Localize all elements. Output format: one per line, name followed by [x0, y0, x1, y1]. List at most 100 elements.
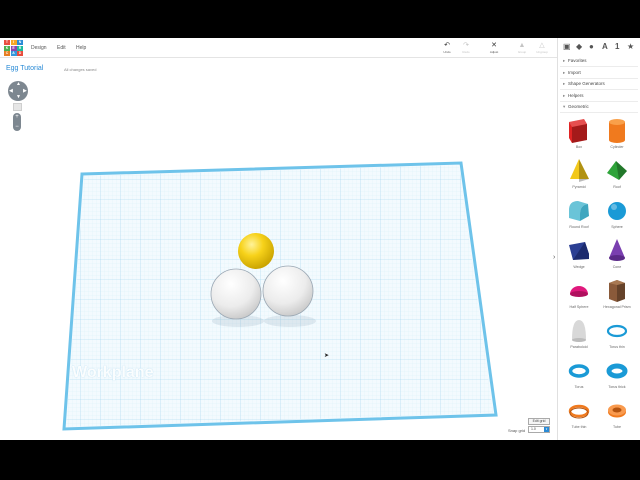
menu-help[interactable]: Help: [76, 45, 86, 51]
shape-half-sphere[interactable]: Half Sphere: [561, 276, 597, 309]
zoom-control[interactable]: + −: [13, 113, 21, 131]
ungroup-icon: △: [539, 42, 545, 49]
workplane-label: Workplane: [72, 364, 154, 381]
undo-button[interactable]: ↶ Undo: [437, 41, 457, 57]
menu-edit[interactable]: Edit: [57, 45, 66, 51]
zoom-out-icon[interactable]: −: [13, 124, 21, 130]
shape-round-roof[interactable]: Round Roof: [561, 196, 597, 229]
shape-sphere[interactable]: Sphere: [599, 196, 635, 229]
shape-hexagonal-prism[interactable]: Hexagonal Prism: [599, 276, 635, 309]
shape-box[interactable]: Box: [561, 116, 597, 149]
category-helpers[interactable]: ▸ Helpers: [563, 93, 584, 99]
number-icon[interactable]: 1: [615, 42, 619, 51]
box-view-icon[interactable]: ▣: [563, 42, 571, 51]
shape-roof[interactable]: Roof: [599, 156, 635, 189]
shape-torus[interactable]: Torus: [561, 356, 597, 389]
category-divider: [560, 112, 638, 113]
group-button[interactable]: ▲ Group: [512, 41, 532, 57]
box-icon: [569, 119, 587, 143]
project-title[interactable]: Egg Tutorial: [6, 65, 43, 72]
adjust-icon: ✕: [491, 42, 497, 49]
save-status: All changes saved: [64, 67, 97, 72]
logo-tile: E: [10, 45, 17, 51]
arrow-down-icon[interactable]: ▼: [16, 95, 21, 100]
redo-button[interactable]: ↷ Redo: [456, 41, 476, 57]
zoom-in-icon[interactable]: +: [13, 114, 21, 120]
shape-tube[interactable]: Tube: [599, 396, 635, 429]
shape-torus-thin[interactable]: Torus thin: [599, 316, 635, 349]
round-roof-icon: [569, 201, 589, 221]
pyramid-icon: [570, 159, 589, 182]
shape-label: Torus: [574, 385, 584, 389]
top-bar: TIN KER CAD Design Edit Help ↶ Undo ↷ Redo…: [0, 38, 557, 58]
shape-label: Box: [575, 145, 583, 149]
logo-tile: K: [4, 45, 10, 51]
yellow-sphere[interactable]: [238, 233, 274, 269]
logo-tile: A: [10, 51, 17, 56]
logo-tile: D: [17, 51, 23, 56]
group-icon: ▲: [518, 42, 526, 49]
home-view-button[interactable]: [13, 103, 22, 111]
logo-tile: I: [10, 40, 17, 45]
panel-toolbar: ▣ ◆ ● A 1 ★: [558, 38, 640, 56]
tinkercad-app: TINKERCAD Design Edit Help ↶ Undo ↷ Redo…: [0, 38, 640, 440]
shape-label: Hexagonal Prism: [603, 305, 631, 309]
category-import[interactable]: ▸ Import: [563, 70, 581, 76]
shape-tube-thin[interactable]: Tube thin: [561, 396, 597, 429]
edit-grid-button[interactable]: Edit grid: [528, 418, 550, 425]
text-icon[interactable]: A: [602, 42, 608, 51]
category-shape-generators[interactable]: ▸ Shape Generators: [563, 81, 605, 87]
logo-tile: C: [4, 51, 10, 56]
hexagonal-prism-icon: [609, 280, 625, 302]
shape-cone[interactable]: Cone: [599, 236, 635, 269]
panel-collapse-chevron-icon[interactable]: ›: [553, 254, 555, 261]
shape-pyramid[interactable]: Pyramid: [561, 156, 597, 189]
logo-tile: N: [17, 40, 23, 45]
sphere-icon[interactable]: ●: [589, 42, 594, 51]
shape-label: Pyramid: [572, 185, 586, 189]
torus-thin-icon: [606, 324, 628, 338]
undo-icon: ↶: [444, 42, 450, 49]
star-icon[interactable]: ★: [627, 42, 634, 51]
adjust-button[interactable]: ✕ Adjust: [484, 41, 504, 57]
redo-icon: ↷: [463, 42, 469, 49]
category-divider: [560, 66, 638, 67]
arrow-up-icon[interactable]: ▲: [16, 82, 21, 87]
paraboloid-icon: [572, 320, 586, 342]
menu-design[interactable]: Design: [31, 45, 47, 51]
sphere-icon: [608, 202, 626, 220]
shape-label: Round Roof: [569, 225, 589, 229]
category-divider: [560, 77, 638, 79]
sphere-shadow-right: [264, 315, 316, 327]
shape-label: Roof: [613, 185, 621, 189]
workplane-svg: [62, 161, 498, 431]
shape-label: Paraboloid: [570, 345, 588, 349]
cylinder-icon: [609, 119, 625, 143]
category-divider: [560, 89, 638, 90]
arrow-right-icon[interactable]: ▶: [23, 89, 27, 94]
snap-grid-select[interactable]: 1.0 ▾: [528, 426, 550, 433]
shape-torus-thick[interactable]: Torus thick: [599, 356, 635, 389]
shape-paraboloid[interactable]: Paraboloid: [561, 316, 597, 349]
white-sphere-right[interactable]: [262, 265, 314, 317]
shape-wedge[interactable]: Wedge: [561, 236, 597, 269]
chevron-down-icon: ▾: [544, 427, 549, 432]
shape-cylinder[interactable]: Cylinder: [599, 116, 635, 149]
tinkercad-logo[interactable]: TIN KER CAD: [4, 40, 24, 58]
category-favorites[interactable]: ▸ Favorites: [563, 58, 587, 64]
cube-icon[interactable]: ◆: [576, 42, 582, 51]
cone-icon: [609, 239, 625, 261]
shape-label: Sphere: [611, 225, 623, 229]
category-divider: [560, 100, 638, 102]
white-sphere-left[interactable]: [210, 268, 262, 320]
roof-icon: [607, 161, 627, 180]
view-navigation-control[interactable]: ▲ ▼ ◀ ▶: [8, 81, 28, 101]
design-canvas[interactable]: Egg Tutorial All changes saved ▲ ▼ ◀ ▶ +…: [0, 59, 557, 440]
ungroup-button[interactable]: △ Ungroup: [532, 41, 552, 57]
category-geometric[interactable]: ▾ Geometric: [563, 104, 589, 110]
shape-label: Tube: [612, 425, 622, 429]
arrow-left-icon[interactable]: ◀: [9, 89, 13, 94]
half-sphere-icon: [570, 286, 588, 297]
shape-label: Wedge: [573, 265, 585, 269]
snap-grid-label: Snap grid: [508, 428, 526, 433]
